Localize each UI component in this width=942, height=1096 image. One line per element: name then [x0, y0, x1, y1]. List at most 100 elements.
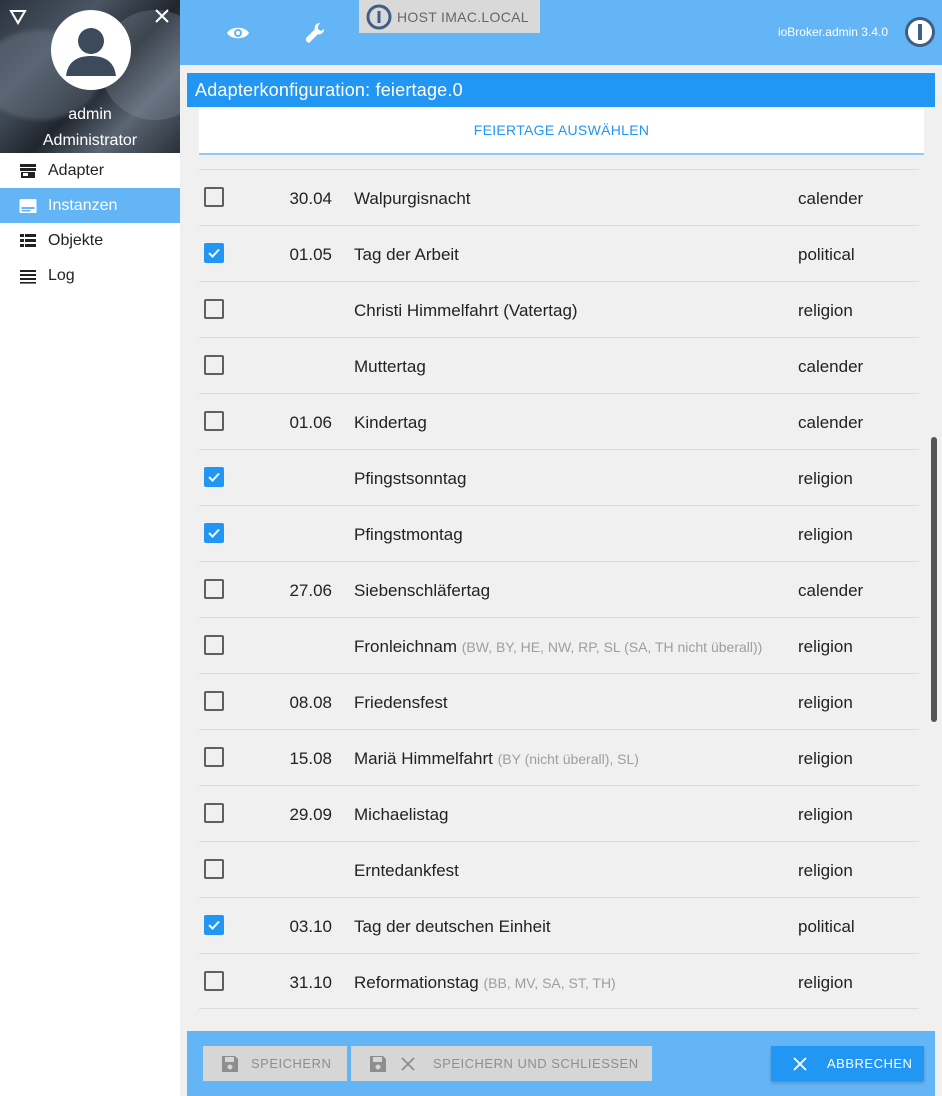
sidebar-item-label: Instanzen: [48, 196, 118, 214]
holiday-name: Kindertag: [354, 413, 427, 432]
sidebar-item-objekte[interactable]: Objekte: [0, 223, 180, 258]
holiday-name-cell: Siebenschläfertag: [354, 581, 490, 601]
store-icon: [19, 163, 37, 179]
table-row: 31.10 Reformationstag (BB, MV, SA, ST, TH…: [199, 953, 919, 1009]
holiday-name: Muttertag: [354, 357, 426, 376]
holiday-checkbox[interactable]: [204, 635, 224, 655]
sidebar-item-label: Objekte: [48, 231, 104, 249]
tab-feiertage-auswaehlen[interactable]: FEIERTAGE AUSWÄHLEN: [199, 107, 924, 153]
holiday-type: political: [798, 917, 855, 936]
holiday-name-cell: Reformationstag (BB, MV, SA, ST, TH): [354, 973, 616, 993]
cancel-button[interactable]: ABBRECHEN: [771, 1046, 924, 1081]
save-button[interactable]: SPEICHERN: [203, 1046, 347, 1081]
holiday-name-cell: Muttertag: [354, 357, 426, 377]
holiday-name: Michaelistag: [354, 805, 449, 824]
holiday-note: (BW, BY, HE, NW, RP, SL (SA, TH nicht üb…: [461, 639, 763, 655]
holiday-date: 31.10: [289, 973, 332, 992]
holiday-type: religion: [798, 805, 853, 824]
save-and-close-button[interactable]: SPEICHERN UND SCHLIESSEN: [351, 1046, 652, 1081]
holiday-checkbox[interactable]: [204, 859, 224, 879]
close-icon: [791, 1055, 809, 1073]
holiday-name-cell: Friedensfest: [354, 693, 448, 713]
list-view-icon: [19, 233, 37, 249]
holiday-checkbox[interactable]: [204, 971, 224, 991]
table-row: 29.09 Michaelistag religion: [199, 785, 919, 841]
holiday-type: calender: [798, 413, 864, 432]
close-icon[interactable]: [152, 6, 172, 26]
holiday-name: Mariä Himmelfahrt: [354, 749, 493, 768]
holiday-name-cell: Walpurgisnacht: [354, 189, 471, 209]
holiday-date: 08.08: [289, 693, 332, 712]
holiday-name: Siebenschläfertag: [354, 581, 491, 600]
cancel-button-label: ABBRECHEN: [827, 1056, 913, 1071]
holiday-note: (BY (nicht überall), SL): [497, 751, 639, 767]
holiday-checkbox[interactable]: [204, 915, 224, 935]
holiday-type: political: [798, 245, 855, 264]
table-row: Pfingstsonntag religion: [199, 449, 919, 505]
checkmark-icon: [208, 472, 220, 482]
holiday-checkbox[interactable]: [204, 187, 224, 207]
sidebar-nav: Adapter Instanzen Objekte Log: [0, 153, 180, 293]
holiday-name: Pfingstsonntag: [354, 469, 467, 488]
holiday-checkbox[interactable]: [204, 243, 224, 263]
holiday-type: calender: [798, 189, 864, 208]
table-row: 01.05 Tag der Arbeit political: [199, 225, 919, 281]
holiday-name: Reformationstag: [354, 973, 479, 992]
holiday-checkbox[interactable]: [204, 691, 224, 711]
holiday-name: Christi Himmelfahrt (Vatertag): [354, 301, 578, 320]
holiday-checkbox[interactable]: [204, 355, 224, 375]
eye-icon[interactable]: [225, 20, 251, 46]
host-selector[interactable]: HOST IMAC.LOCAL: [359, 0, 540, 33]
holiday-checkbox[interactable]: [204, 803, 224, 823]
holiday-name: Pfingstmontag: [354, 525, 463, 544]
holiday-list: 30.04 Walpurgisnacht calender 01.05 Tag der …: [187, 168, 932, 1011]
profile-header: admin Administrator: [0, 0, 180, 153]
holiday-checkbox[interactable]: [204, 299, 224, 319]
holiday-date: 27.06: [289, 581, 332, 600]
holiday-type: calender: [798, 357, 864, 376]
holiday-name: Erntedankfest: [354, 861, 459, 880]
holiday-checkbox[interactable]: [204, 579, 224, 599]
holiday-name: Walpurgisnacht: [354, 189, 471, 208]
footer-bar: SPEICHERN SPEICHERN UND SCHLIESSEN ABBRE…: [187, 1031, 935, 1096]
table-row: 01.06 Kindertag calender: [199, 393, 919, 449]
holiday-checkbox[interactable]: [204, 747, 224, 767]
sidebar-item-log[interactable]: Log: [0, 258, 180, 293]
user-name: admin: [68, 106, 112, 123]
holiday-name: Tag der Arbeit: [354, 245, 459, 264]
holiday-name-cell: Tag der Arbeit: [354, 245, 459, 265]
sidebar-item-label: Log: [48, 266, 75, 284]
holiday-checkbox[interactable]: [204, 411, 224, 431]
save-and-close-button-label: SPEICHERN UND SCHLIESSEN: [433, 1056, 639, 1071]
menu-toggle-icon[interactable]: [9, 8, 27, 26]
holiday-checkbox[interactable]: [204, 523, 224, 543]
checkmark-icon: [208, 528, 220, 538]
version-label: ioBroker.admin 3.4.0: [777, 25, 888, 39]
user-role: Administrator: [42, 132, 138, 149]
table-row: Pfingstmontag religion: [199, 505, 919, 561]
table-row: 03.10 Tag der deutschen Einheit political: [199, 897, 919, 953]
holiday-name-cell: Pfingstmontag: [354, 525, 463, 545]
holiday-name-cell: Christi Himmelfahrt (Vatertag): [354, 301, 578, 321]
iobroker-logo-icon: [904, 16, 936, 48]
sidebar-item-instanzen[interactable]: Instanzen: [0, 188, 180, 223]
holiday-type: religion: [798, 749, 853, 768]
holiday-name-cell: Kindertag: [354, 413, 427, 433]
sidebar: admin Administrator Adapter Instanzen Ob…: [0, 0, 180, 1096]
sidebar-item-adapter[interactable]: Adapter: [0, 153, 180, 188]
holiday-type: religion: [798, 861, 853, 880]
holiday-type: calender: [798, 581, 864, 600]
holiday-name: Tag der deutschen Einheit: [354, 917, 551, 936]
holiday-type: religion: [798, 693, 853, 712]
wrench-icon[interactable]: [303, 20, 329, 46]
checkmark-icon: [208, 920, 220, 930]
holiday-date: 01.05: [289, 245, 332, 264]
holiday-checkbox[interactable]: [204, 467, 224, 487]
table-row: 27.06 Siebenschläfertag calender: [199, 561, 919, 617]
scrollbar-thumb[interactable]: [931, 437, 937, 722]
table-row: Fronleichnam (BW, BY, HE, NW, RP, SL (SA…: [199, 617, 919, 673]
panel-title: Adapterkonfiguration: feiertage.0: [187, 73, 935, 107]
holiday-name-cell: Mariä Himmelfahrt (BY (nicht überall), S…: [354, 749, 639, 769]
holiday-type: religion: [798, 973, 853, 992]
tab-bar: FEIERTAGE AUSWÄHLEN: [199, 107, 924, 155]
